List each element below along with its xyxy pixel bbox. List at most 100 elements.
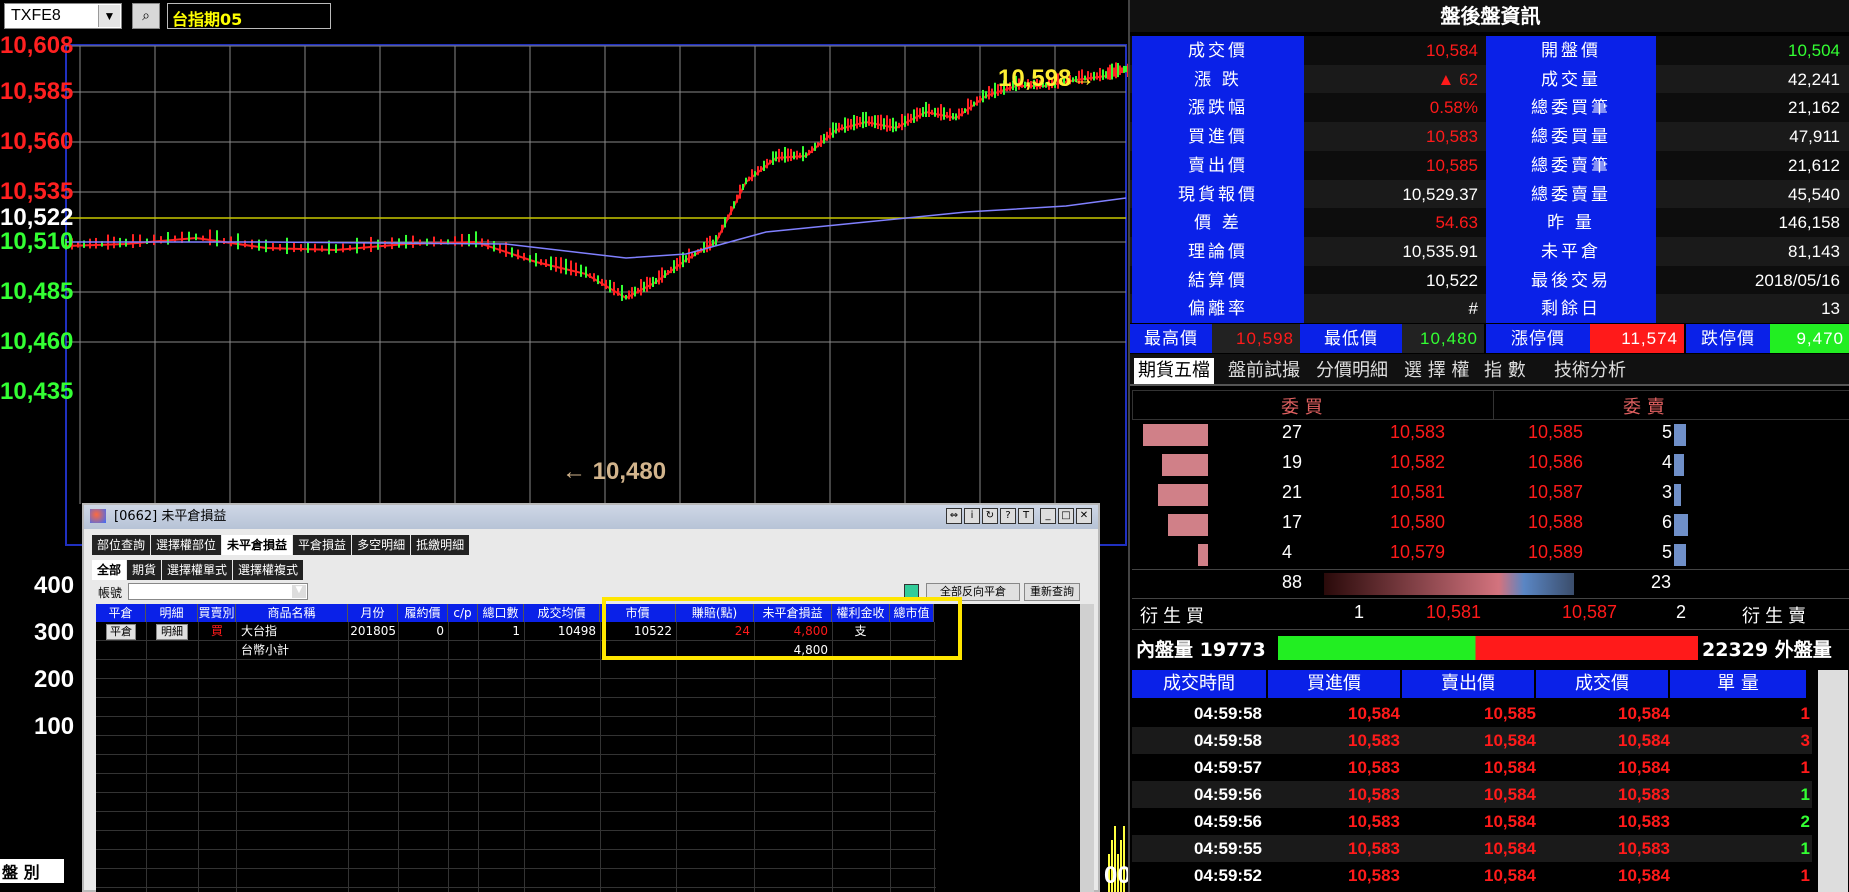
window-tab[interactable]: 抵繳明細 <box>411 535 470 555</box>
trade-cell: 1 <box>1800 758 1810 777</box>
quote-value: 10,529.37 <box>1402 184 1478 204</box>
trade-cell: 10,583 <box>1348 839 1400 858</box>
grid-cell: 大台指 <box>241 624 278 638</box>
derived-cell: 衍 生 買 <box>1140 606 1205 626</box>
quote-label: 成交量 <box>1486 64 1656 94</box>
quote-label: 未平倉 <box>1486 236 1656 266</box>
unrealized-pnl-window[interactable]: [0662] 未平倉損益 ⇔ i ↻ ? T _ □ ✕ 部位查詢 選擇權部位 未平… <box>82 503 1100 892</box>
quote-label: 總委買筆 <box>1486 93 1656 123</box>
quote-row: 偏離率 # 剩餘日 13 <box>1130 294 1849 324</box>
grid-header: 商品名稱 <box>236 604 348 622</box>
grid-col-line <box>890 622 891 892</box>
detail-button[interactable]: 明細 <box>156 624 188 640</box>
after-hours-info-panel: 盤後盤資訊 成交價 10,584 開盤價 10,504 漲 跌 ▲ 62 成交量 42,241… <box>1128 0 1849 892</box>
highlight-box <box>602 597 962 660</box>
window-title-bar[interactable]: [0662] 未平倉損益 ⇔ i ↻ ? T _ □ ✕ <box>84 505 1098 529</box>
quote-label: 賣出價 <box>1132 150 1304 180</box>
window-subtab[interactable]: 選擇權單式 <box>162 560 233 580</box>
grid-col-line <box>676 622 677 892</box>
trade-row: 04:59:58 10,583 10,584 10,584 3 <box>1132 727 1812 754</box>
close-icon[interactable]: ✕ <box>1076 508 1092 524</box>
minimize-icon[interactable]: _ <box>1040 508 1056 524</box>
derived-cell: 10,587 <box>1562 602 1618 622</box>
requery-button[interactable]: 重新查詢 <box>1024 583 1080 601</box>
trade-row: 04:59:52 10,583 10,584 10,584 1 <box>1132 862 1812 889</box>
orderbook-row: 4 10,579 10,589 5 <box>1132 540 1849 570</box>
bid-depth-bar <box>1162 454 1208 476</box>
bid-total: 88 <box>1282 572 1303 592</box>
trade-cell: 10,584 <box>1618 866 1670 885</box>
chevron-down-icon[interactable]: ▼ <box>98 5 120 27</box>
bid-price: 10,579 <box>1390 542 1446 562</box>
trade-row: 04:59:58 10,584 10,585 10,584 1 <box>1132 700 1812 727</box>
trade-cell: 10,584 <box>1484 812 1536 831</box>
y-axis-label: 10,435 <box>0 378 74 405</box>
quote-label: 成交價 <box>1132 36 1304 65</box>
grid-cell: 1 <box>512 624 520 638</box>
quote-label: 昨 量 <box>1486 208 1656 238</box>
main-tabs: 部位查詢 選擇權部位 未平倉損益 平倉損益 多空明細 抵繳明細 <box>92 535 470 555</box>
trade-cell: 10,584 <box>1348 704 1400 723</box>
close-position-button[interactable]: 平倉 <box>106 624 136 640</box>
trade-cell: 10,585 <box>1484 704 1536 723</box>
quote-label: 價 差 <box>1132 208 1304 238</box>
quote-label: 開盤價 <box>1486 36 1656 65</box>
window-tab[interactable]: 選擇權部位 <box>151 535 222 555</box>
bid-qty: 17 <box>1282 512 1303 532</box>
tab-3[interactable]: 選 擇 權 <box>1400 358 1473 384</box>
quote-value: 10,584 <box>1426 41 1478 60</box>
quote-label: 理論價 <box>1132 236 1304 266</box>
ask-depth-bar <box>1674 484 1682 506</box>
window-subtab[interactable]: 全部 <box>92 560 127 580</box>
quote-label: 買進價 <box>1132 122 1304 152</box>
tab-4[interactable]: 指 數 <box>1480 358 1530 384</box>
grid-col-line <box>478 622 479 892</box>
limit-cell: 10,598 <box>1212 324 1300 353</box>
derived-cell: 衍 生 賣 <box>1742 606 1807 626</box>
settings-icon[interactable]: T <box>1018 508 1034 524</box>
trade-cell: 04:59:55 <box>1193 839 1262 858</box>
limit-cell: 11,574 <box>1590 324 1684 353</box>
quote-value: 2018/05/16 <box>1754 270 1840 290</box>
trade-cell: 04:59:56 <box>1193 812 1262 831</box>
quote-label: 總委買量 <box>1486 122 1656 152</box>
chevron-down-icon[interactable]: ▼ <box>292 585 306 598</box>
window-subtab[interactable]: 選擇權複式 <box>233 560 304 580</box>
quote-value: 45,540 <box>1788 184 1840 204</box>
info-icon[interactable]: i <box>964 508 980 524</box>
trade-cell: 1 <box>1800 839 1810 858</box>
inout-volume: 內盤量 19773 22329 外盤量 <box>1132 632 1849 664</box>
grid-row-line <box>96 716 936 717</box>
grid-cell: 買 <box>210 624 223 638</box>
ask-depth-bar <box>1674 544 1686 566</box>
tab-2[interactable]: 分價明細 <box>1312 358 1392 384</box>
maximize-icon[interactable]: □ <box>1058 508 1074 524</box>
grid-scrollbar[interactable] <box>1080 604 1094 892</box>
account-select[interactable]: ▼ <box>128 583 308 600</box>
quote-label: 漲 跌 <box>1132 64 1304 94</box>
pin-icon[interactable]: ⇔ <box>946 508 962 524</box>
tab-1[interactable]: 盤前試撮 <box>1224 358 1304 384</box>
derived-row: 衍 生 買 1 10,581 10,587 2 衍 生 賣 <box>1132 600 1849 630</box>
refresh-icon[interactable]: ↻ <box>982 508 998 524</box>
trade-scrollbar[interactable] <box>1818 670 1848 892</box>
grid-header: c/p <box>448 604 478 622</box>
grid-row-line <box>96 811 936 812</box>
window-tab[interactable]: 未平倉損益 <box>222 535 293 555</box>
quote-value: 10,504 <box>1788 41 1840 60</box>
quote-row: 結算價 10,522 最後交易 2018/05/16 <box>1130 265 1849 295</box>
quote-row: 價 差 54.63 昨 量 146,158 <box>1130 208 1849 238</box>
trade-cell: 10,583 <box>1348 731 1400 750</box>
derived-cell: 10,581 <box>1426 602 1482 622</box>
tab-0[interactable]: 期貨五檔 <box>1134 358 1214 384</box>
help-icon[interactable]: ? <box>1000 508 1016 524</box>
window-tab[interactable]: 部位查詢 <box>92 535 151 555</box>
window-tab[interactable]: 平倉損益 <box>293 535 352 555</box>
symbol-select[interactable]: TXFE8 ▼ <box>4 3 122 29</box>
window-subtab[interactable]: 期貨 <box>127 560 162 580</box>
tab-5[interactable]: 技術分析 <box>1550 358 1630 384</box>
window-tab[interactable]: 多空明細 <box>352 535 411 555</box>
trade-cell: 04:59:57 <box>1193 758 1262 777</box>
bid-depth-bar <box>1143 424 1208 446</box>
search-icon[interactable]: ⌕ <box>132 3 160 29</box>
